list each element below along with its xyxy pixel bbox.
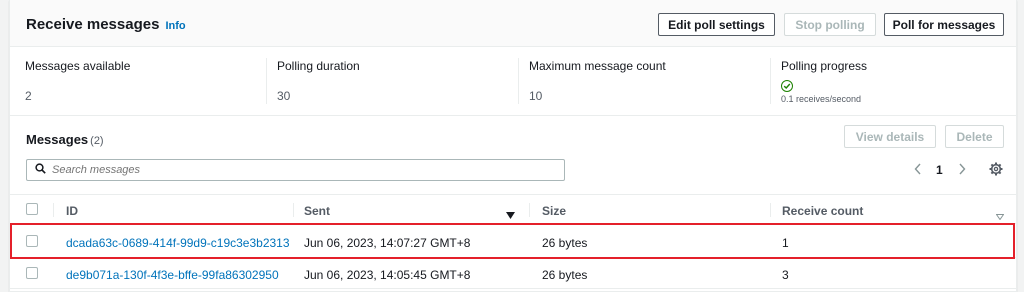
stat-messages-available: Messages available 2 <box>25 59 130 103</box>
select-all-checkbox[interactable] <box>26 203 38 215</box>
stat-label: Polling duration <box>277 59 360 73</box>
search-icon <box>35 161 46 179</box>
receive-title-text: Receive messages <box>26 16 160 33</box>
receive-count-cell: 1 <box>782 236 789 250</box>
stat-label: Polling progress <box>781 59 868 73</box>
table-header: ID Sent Size Receive count <box>10 194 1016 224</box>
stat-max-message-count: Maximum message count 10 <box>529 59 666 103</box>
size-cell: 26 bytes <box>542 236 588 250</box>
column-header-sent[interactable]: Sent <box>304 204 330 218</box>
column-header-id[interactable]: ID <box>66 204 78 218</box>
info-link[interactable]: Info <box>165 20 185 32</box>
search-messages-field[interactable] <box>26 159 565 181</box>
column-header-receive-count[interactable]: Receive count <box>782 204 863 218</box>
stat-label: Maximum message count <box>529 59 666 73</box>
stat-value: 2 <box>25 89 32 103</box>
delete-button[interactable]: Delete <box>945 125 1004 148</box>
message-id-link[interactable]: dcada63c-0689-414f-99d9-c19c3e3b2313 <box>66 236 290 250</box>
view-details-button[interactable]: View details <box>844 125 936 148</box>
chevron-right-icon <box>959 163 966 175</box>
settings-button[interactable] <box>989 162 1003 179</box>
messages-count: (2) <box>90 135 104 147</box>
column-divider <box>293 203 294 217</box>
sent-cell: Jun 06, 2023, 14:05:45 GMT+8 <box>304 268 471 282</box>
receive-count-cell: 3 <box>782 268 789 282</box>
stat-value: 10 <box>529 89 543 103</box>
stop-polling-button[interactable]: Stop polling <box>784 13 876 36</box>
column-divider <box>53 203 54 217</box>
column-header-size[interactable]: Size <box>542 204 566 218</box>
chevron-left-icon <box>914 163 921 175</box>
column-divider <box>770 203 771 217</box>
poll-for-messages-button[interactable]: Poll for messages <box>884 13 1004 36</box>
progress-rate: 0.1 receives/second <box>781 94 862 104</box>
stat-polling-progress: Polling progress 0.1 receives/second <box>781 59 867 104</box>
sent-cell: Jun 06, 2023, 14:07:27 GMT+8 <box>304 236 471 250</box>
page-number[interactable]: 1 <box>936 163 943 177</box>
messages-table: ID Sent Size Receive count dcada63c-0689… <box>10 194 1016 289</box>
messages-title-text: Messages <box>26 132 89 147</box>
table-row[interactable]: de9b071a-130f-4f3e-bffe-99fa86302950 Jun… <box>10 258 1016 289</box>
stat-label: Messages available <box>25 59 131 73</box>
edit-poll-settings-button[interactable]: Edit poll settings <box>658 13 775 36</box>
receive-header: Receive messages Info Edit poll settings … <box>10 0 1016 47</box>
row-checkbox[interactable] <box>26 267 38 279</box>
sort-icon[interactable] <box>995 207 1005 225</box>
gear-icon <box>989 162 1003 176</box>
receive-title: Receive messages Info <box>26 16 186 33</box>
sort-descending-icon[interactable] <box>506 206 515 224</box>
column-divider <box>529 203 530 217</box>
receive-messages-panel: Receive messages Info Edit poll settings … <box>9 0 1017 116</box>
next-page-button[interactable] <box>958 163 966 178</box>
table-row[interactable]: dcada63c-0689-414f-99d9-c19c3e3b2313 Jun… <box>10 224 1016 258</box>
messages-title: Messages (2) <box>26 132 104 147</box>
row-checkbox[interactable] <box>26 235 38 247</box>
stat-divider <box>518 58 519 104</box>
check-circle-icon <box>781 80 793 92</box>
prev-page-button[interactable] <box>914 163 922 178</box>
size-cell: 26 bytes <box>542 268 588 282</box>
messages-panel: Messages(2) View details Delete 1 <box>9 116 1017 292</box>
stat-divider <box>770 58 771 104</box>
stat-value: 30 <box>277 89 291 103</box>
search-input[interactable] <box>52 164 532 176</box>
message-id-link[interactable]: de9b071a-130f-4f3e-bffe-99fa86302950 <box>66 268 279 282</box>
stat-divider <box>266 58 267 104</box>
stat-polling-duration: Polling duration 30 <box>277 59 360 103</box>
